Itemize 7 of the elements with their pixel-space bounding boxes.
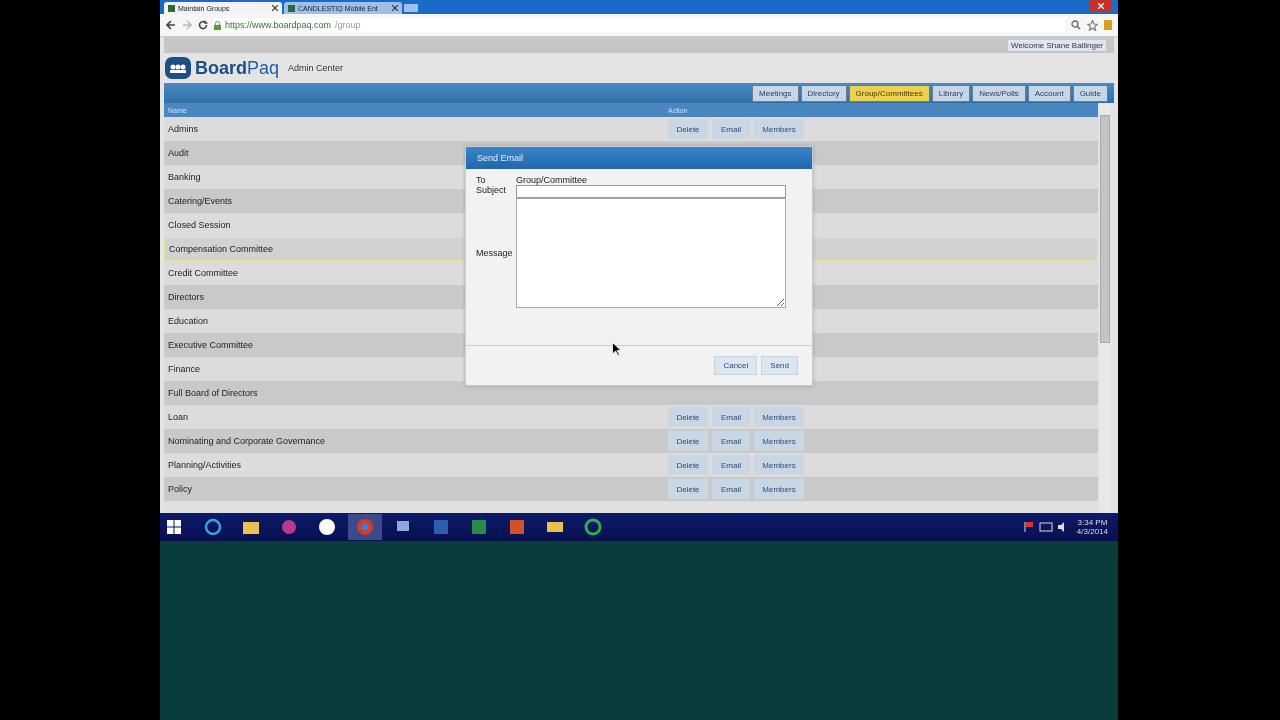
field-label: Subject: [476, 185, 508, 195]
admin-center-label: Admin Center: [288, 63, 344, 73]
dialog-title: Send Email: [466, 147, 812, 169]
brand-name: BoardPaq: [195, 57, 280, 79]
recipient-value: Group/Committee: [516, 175, 588, 185]
field-label: To: [476, 175, 487, 185]
field-label: Message: [476, 248, 514, 258]
